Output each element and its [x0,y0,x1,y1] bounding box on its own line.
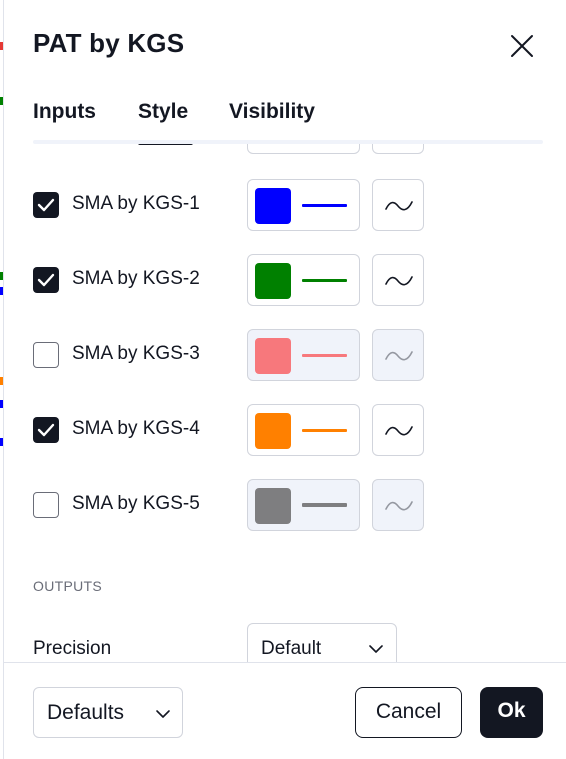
plot-type-button[interactable] [372,329,424,381]
tab-visibility[interactable]: Visibility [229,100,315,124]
footer-divider [4,662,566,663]
ok-label: Ok [497,699,526,722]
check-icon [37,273,55,287]
line-sample [302,503,347,507]
precision-select[interactable]: Default [247,623,397,662]
precision-value: Default [261,638,322,659]
plot-visibility-checkbox[interactable] [33,417,59,443]
color-swatch [255,338,291,374]
color-swatch [255,263,291,299]
plot-type-button[interactable] [372,479,424,531]
plot-visibility-checkbox[interactable] [33,267,59,293]
cancel-label: Cancel [375,700,442,723]
line-wave-icon [385,276,413,286]
dialog-title: PAT by KGS [33,28,185,58]
plot-row: SMA by KGS-3 [4,329,566,381]
close-icon [511,35,533,57]
plot-type-button[interactable] [372,254,424,306]
plot-visibility-checkbox[interactable] [33,342,59,368]
color-style-picker[interactable] [247,404,360,456]
line-sample [302,354,347,357]
color-swatch [255,413,291,449]
plot-label: SMA by KGS-5 [72,493,200,514]
line-wave-icon [385,426,413,436]
chevron-down-icon [369,645,383,653]
line-wave-icon [385,351,413,361]
color-style-picker[interactable] [247,179,360,231]
style-content[interactable]: SMA by KGS-1 SMA by KGS-2 SMA by KGS-3 SMA … [4,144,566,662]
plot-type-button[interactable] [372,179,424,231]
close-button[interactable] [506,30,538,62]
plot-label: SMA by KGS-1 [72,193,200,214]
plot-label: SMA by KGS-4 [72,418,200,439]
chevron-down-icon [156,710,170,718]
color-style-picker[interactable] [247,329,360,381]
plot-row: SMA by KGS-1 [4,179,566,231]
plot-row: SMA by KGS-5 [4,479,566,531]
ok-button[interactable]: Ok [480,687,543,738]
color-swatch [255,488,291,524]
color-style-picker[interactable] [247,254,360,306]
color-style-picker[interactable] [247,479,360,531]
tab-style[interactable]: Style [138,100,188,124]
defaults-label: Defaults [47,701,125,724]
plot-visibility-checkbox[interactable] [33,192,59,218]
defaults-dropdown[interactable]: Defaults [33,687,183,738]
plot-label: SMA by KGS-2 [72,268,200,289]
check-icon [37,423,55,437]
check-icon [37,198,55,212]
plot-row: SMA by KGS-4 [4,404,566,456]
tab-inputs[interactable]: Inputs [33,100,96,124]
settings-dialog: PAT by KGS Inputs Style Visibility SMA b… [3,0,566,759]
plot-type-button[interactable] [372,404,424,456]
precision-label: Precision [33,638,112,659]
section-title-outputs: OUTPUTS [33,578,102,594]
line-wave-icon [385,201,413,211]
line-sample [302,429,347,432]
plot-label: SMA by KGS-3 [72,343,200,364]
line-wave-icon [385,501,413,511]
plot-type-button-partial[interactable] [372,144,424,154]
line-sample [302,204,347,207]
color-swatch [255,188,291,224]
cancel-button[interactable]: Cancel [355,687,462,738]
line-sample [302,279,347,282]
style-picker-partial[interactable] [247,144,360,154]
plot-row: SMA by KGS-2 [4,254,566,306]
plot-visibility-checkbox[interactable] [33,492,59,518]
